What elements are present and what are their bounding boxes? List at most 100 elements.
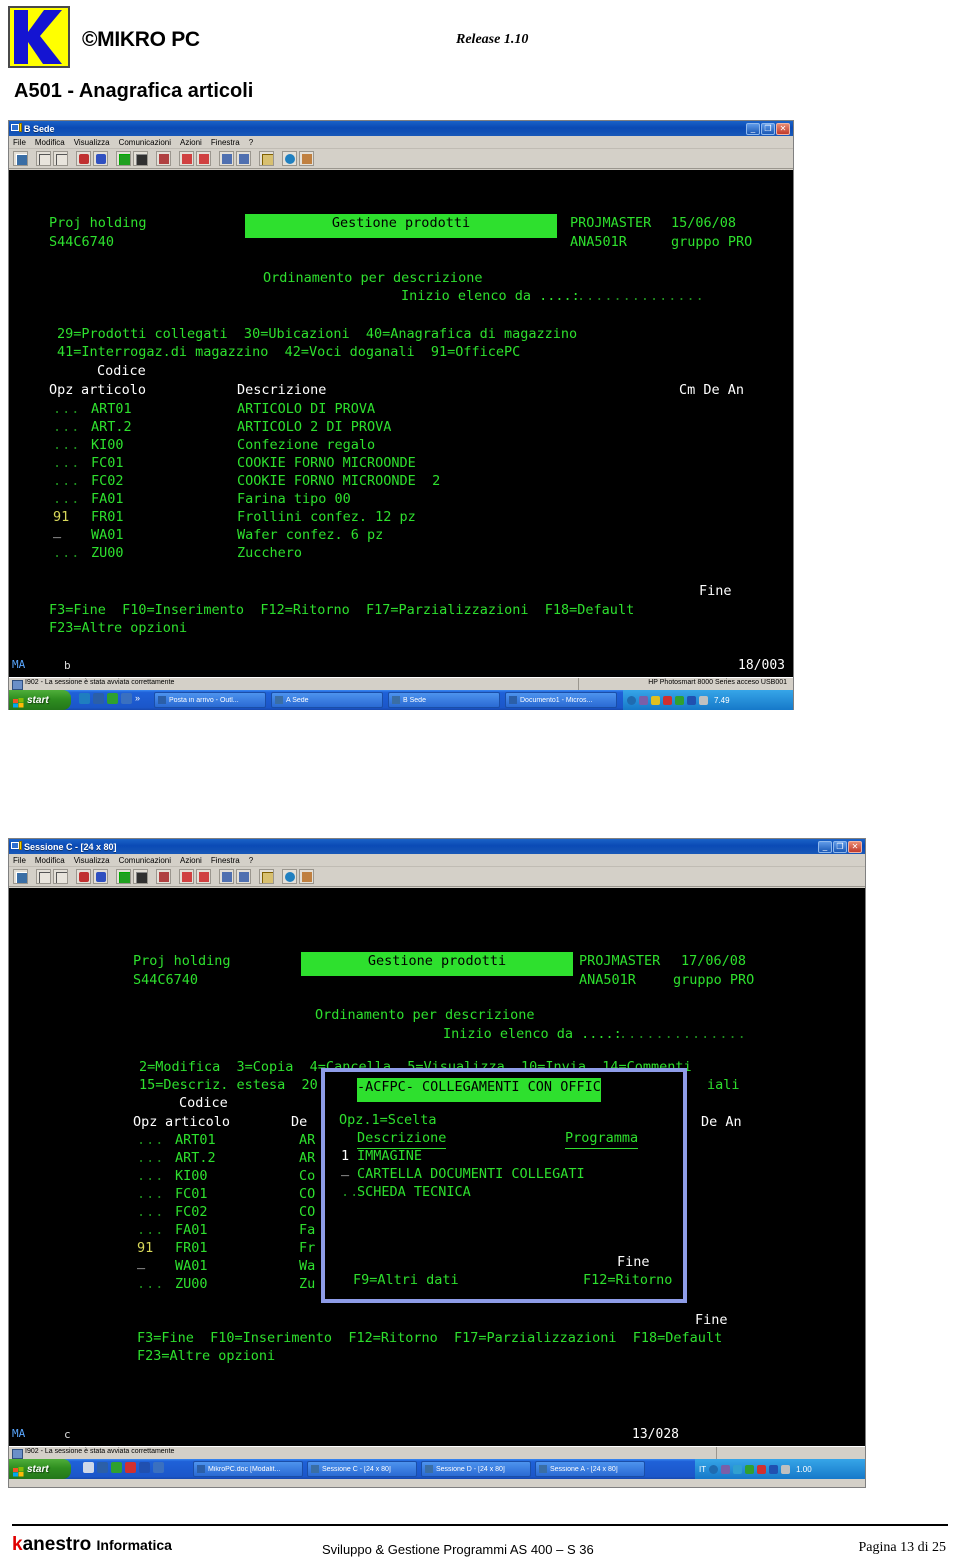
internet-explorer-icon[interactable] [79, 693, 90, 704]
window2-titlebar[interactable]: Sessione C - [24 x 80] _ ❐ ✕ [9, 839, 865, 854]
menu-item-file[interactable]: File [13, 856, 26, 865]
menu-item-comunicazioni[interactable]: Comunicazioni [119, 856, 171, 865]
taskbar-item-b-sede[interactable]: B Sede [388, 692, 500, 708]
minimize-button[interactable]: _ [818, 840, 832, 853]
tray-icon-5[interactable] [769, 1464, 779, 1474]
menu-item-visualizza[interactable]: Visualizza [74, 138, 110, 147]
close-button[interactable]: ✕ [848, 840, 862, 853]
row-opz-input[interactable]: ... [137, 1167, 164, 1186]
taskbar-item-documento1[interactable]: Documento1 - Micros... [505, 692, 617, 708]
start-list-input[interactable]: .............. [577, 287, 705, 306]
tray-icon-4[interactable] [757, 1464, 767, 1474]
edit-pencil-icon[interactable] [299, 151, 314, 166]
show-more-icon[interactable]: » [135, 693, 143, 704]
printer-setup-icon[interactable] [219, 869, 234, 884]
new-session-icon[interactable] [13, 869, 28, 884]
row-opz-input[interactable]: ... [137, 1221, 164, 1240]
globe-icon[interactable] [282, 151, 297, 166]
row-opz-input[interactable]: ... [53, 418, 80, 437]
popup-row-opz-input[interactable]: _ [341, 1160, 349, 1179]
chart-icon[interactable] [156, 869, 171, 884]
menu-item-finestra[interactable]: Finestra [211, 138, 240, 147]
globe-icon[interactable] [282, 869, 297, 884]
copy-icon[interactable] [36, 869, 51, 884]
app4-icon[interactable] [125, 1462, 136, 1473]
collegamenti-popup-dialog[interactable]: -ACFPC- COLLEGAMENTI CON OFFIC Opz.1=Sce… [321, 1068, 687, 1303]
send-file-icon[interactable] [76, 869, 91, 884]
menu-item-modifica[interactable]: Modifica [35, 856, 65, 865]
row-opz-input[interactable]: ... [53, 400, 80, 419]
tray-icon-1[interactable] [721, 1464, 731, 1474]
menu-item-help[interactable]: ? [249, 856, 253, 865]
tray-icon-3[interactable] [745, 1464, 755, 1474]
display-icon[interactable] [116, 869, 131, 884]
window1-titlebar[interactable]: B Sede _ ❐ ✕ [9, 121, 793, 136]
row-opz-input[interactable]: _ [53, 522, 61, 541]
row-opz-input[interactable]: _ [137, 1253, 145, 1272]
taskbar-item-mikropc-doc[interactable]: MikroPC.doc [Modalit... [193, 1461, 303, 1477]
app6-icon[interactable] [153, 1462, 164, 1473]
display-icon[interactable] [116, 151, 131, 166]
mail-send-icon[interactable] [179, 151, 194, 166]
minimize-button[interactable]: _ [746, 122, 760, 135]
row-opz-input[interactable]: ... [53, 490, 80, 509]
printer-icon[interactable] [236, 151, 251, 166]
paste-icon[interactable] [53, 151, 68, 166]
tray-icon-6[interactable] [699, 695, 708, 705]
internet-explorer-icon[interactable] [83, 1462, 94, 1473]
menu-item-help[interactable]: ? [249, 138, 253, 147]
messenger-icon[interactable] [107, 693, 118, 704]
chart-icon[interactable] [156, 151, 171, 166]
row-opz-input[interactable]: ... [137, 1275, 164, 1294]
row-opz-input[interactable]: ... [137, 1131, 164, 1150]
printer-icon[interactable] [236, 869, 251, 884]
window1-terminal-screen[interactable]: Proj holding S44C6740 Gestione prodotti … [9, 170, 793, 657]
row-opz-input[interactable]: ... [137, 1185, 164, 1204]
close-button[interactable]: ✕ [776, 122, 790, 135]
media-player-icon[interactable] [93, 693, 104, 704]
menu-item-azioni[interactable]: Azioni [180, 856, 202, 865]
menu-item-visualizza[interactable]: Visualizza [74, 856, 110, 865]
start-list-input[interactable]: .............. [619, 1025, 747, 1044]
start-button[interactable]: start [9, 690, 71, 710]
mail-send-icon[interactable] [179, 869, 194, 884]
menu-item-comunicazioni[interactable]: Comunicazioni [119, 138, 171, 147]
tray-icon-6[interactable] [781, 1464, 791, 1474]
window2-terminal-screen[interactable]: Proj holding S44C6740 Gestione prodotti … [9, 888, 865, 1426]
notes-icon[interactable] [259, 869, 274, 884]
tray-icon-5[interactable] [687, 695, 696, 705]
tray-icon-2[interactable] [733, 1464, 743, 1474]
row-opz-input[interactable]: ... [53, 454, 80, 473]
tray-icon-4[interactable] [675, 695, 684, 705]
app5-icon[interactable] [139, 1462, 150, 1473]
send-file-icon[interactable] [76, 151, 91, 166]
menu-item-modifica[interactable]: Modifica [35, 138, 65, 147]
paste-icon[interactable] [53, 869, 68, 884]
receive-file-icon[interactable] [93, 151, 108, 166]
menu-item-finestra[interactable]: Finestra [211, 856, 240, 865]
mail-receive-icon[interactable] [196, 869, 211, 884]
tray-expand-icon[interactable] [709, 1464, 719, 1474]
taskbar-item-outlook[interactable]: Posta in arrivo - Outl... [154, 692, 266, 708]
maximize-button[interactable]: ❐ [833, 840, 847, 853]
copy-icon[interactable] [36, 151, 51, 166]
app4-icon[interactable] [121, 693, 132, 704]
printer-setup-icon[interactable] [219, 151, 234, 166]
tray-icon-2[interactable] [651, 695, 660, 705]
row-opz-input[interactable]: ... [53, 472, 80, 491]
tray-icon-3[interactable] [663, 695, 672, 705]
messenger-icon[interactable] [111, 1462, 122, 1473]
keypad-icon[interactable] [133, 151, 148, 166]
tray-icon-1[interactable] [639, 695, 648, 705]
edit-pencil-icon[interactable] [299, 869, 314, 884]
start-button[interactable]: start [9, 1459, 71, 1479]
notes-icon[interactable] [259, 151, 274, 166]
menu-item-file[interactable]: File [13, 138, 26, 147]
media-player-icon[interactable] [97, 1462, 108, 1473]
row-opz-input[interactable]: ... [53, 436, 80, 455]
row-opz-input[interactable]: ... [137, 1203, 164, 1222]
keypad-icon[interactable] [133, 869, 148, 884]
tray-expand-icon[interactable] [627, 695, 636, 705]
row-opz-input[interactable]: ... [137, 1149, 164, 1168]
row-opz-input[interactable]: ... [53, 544, 80, 563]
